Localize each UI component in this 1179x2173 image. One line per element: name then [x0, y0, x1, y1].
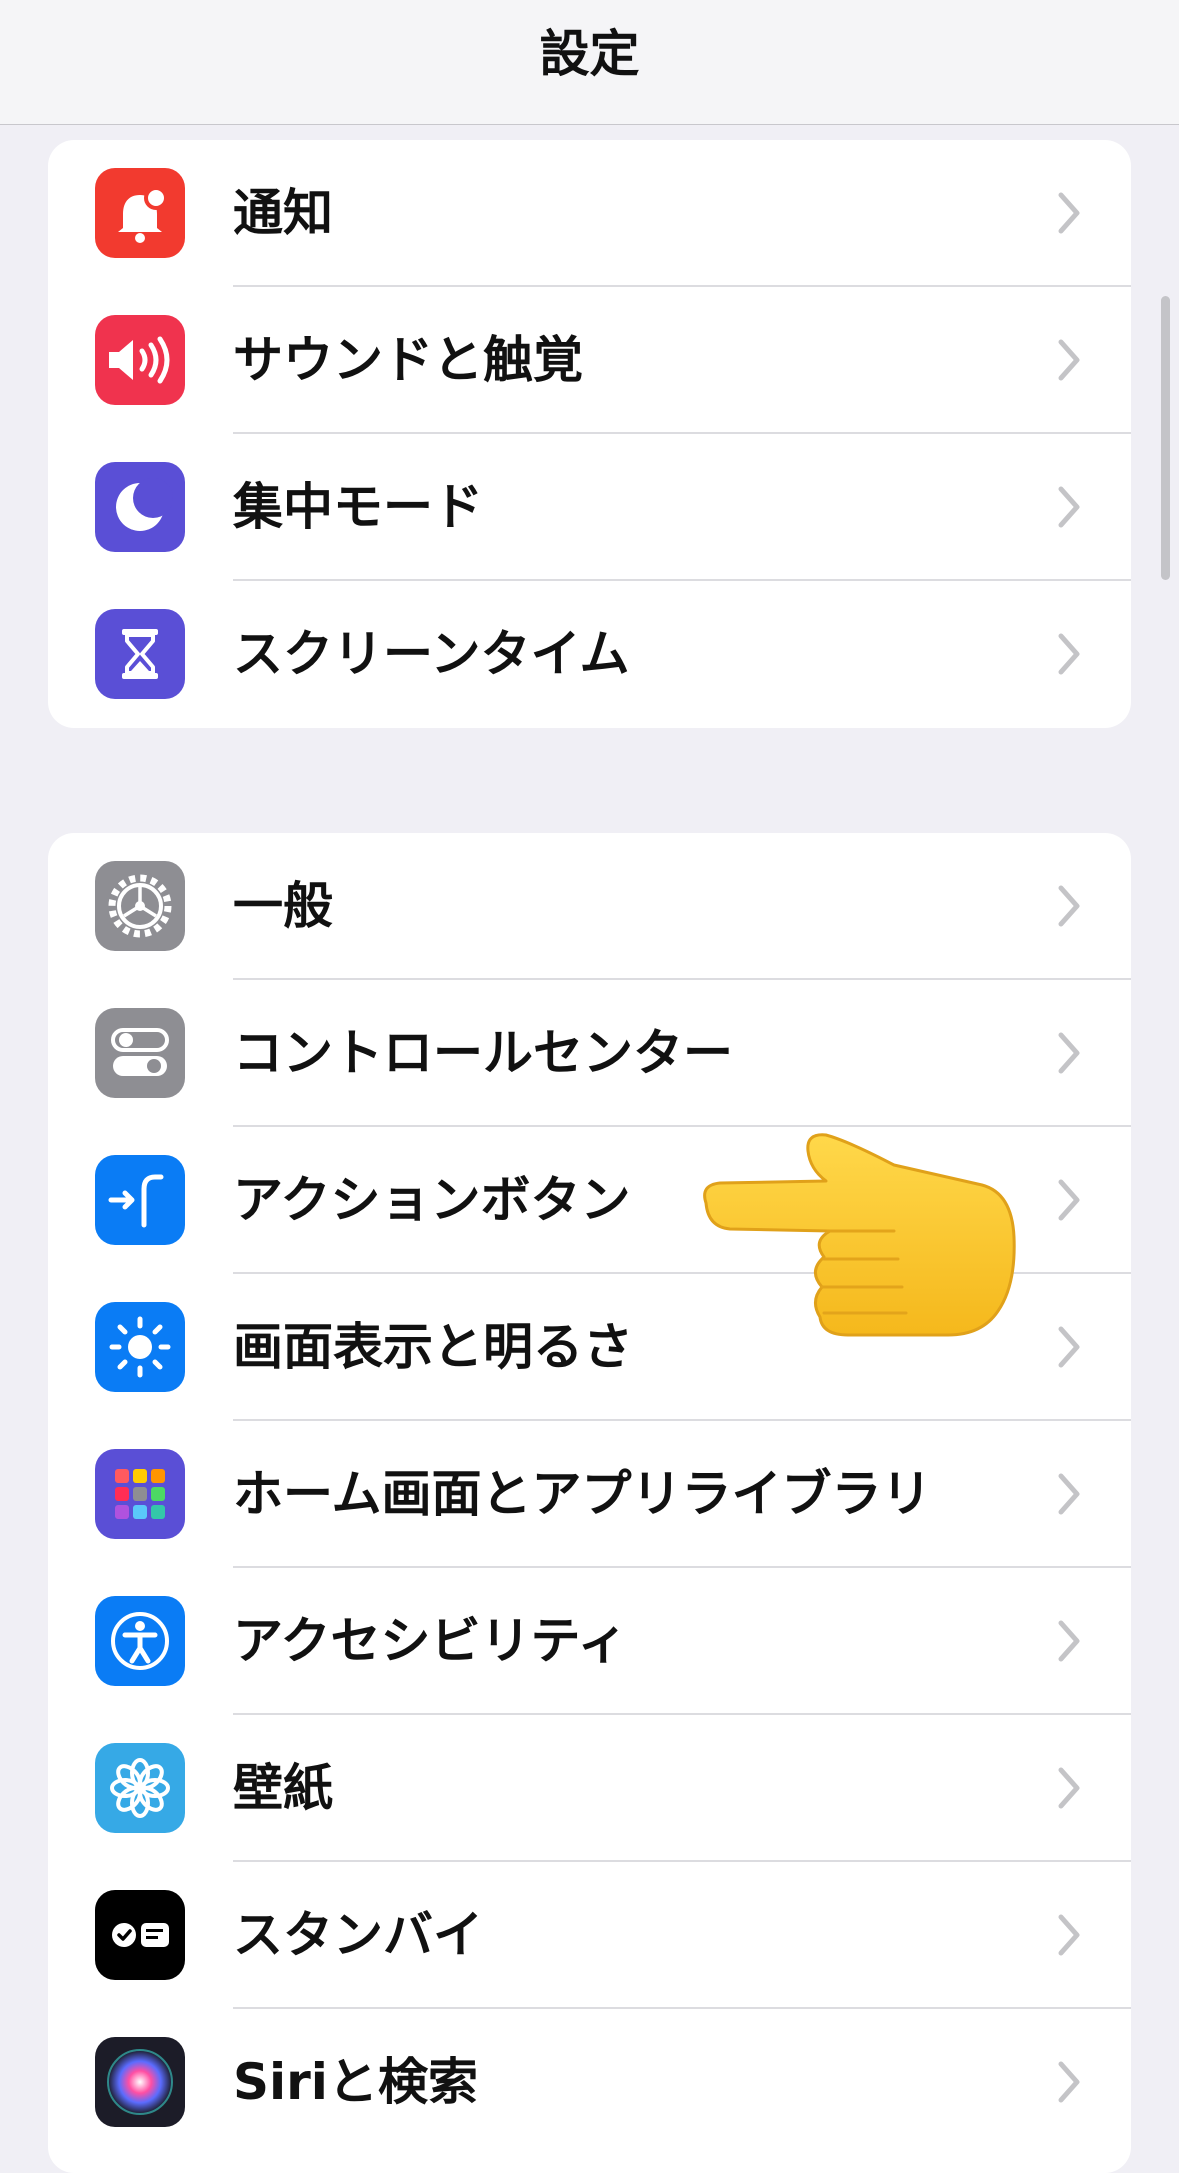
settings-row-label: 画面表示と明るさ: [233, 1318, 633, 1376]
settings-row-label: アクションボタン: [233, 1171, 631, 1229]
notifications-icon: [95, 168, 185, 258]
settings-row-label: 集中モード: [233, 478, 483, 536]
siri-icon: [95, 2037, 185, 2127]
settings-row-home-screen[interactable]: ホーム画面とアプリライブラリ: [48, 1421, 1131, 1568]
settings-row-notifications[interactable]: 通知: [48, 140, 1131, 287]
settings-row-control-center[interactable]: コントロールセンター: [48, 980, 1131, 1127]
settings-row-action-button[interactable]: アクションボタン: [48, 1127, 1131, 1274]
scroll-indicator[interactable]: [1161, 296, 1170, 580]
settings-row-label: 壁紙: [233, 1759, 333, 1817]
chevron-right-icon: [1058, 1620, 1080, 1662]
speaker-icon: [95, 315, 185, 405]
app-grid-icon: [95, 1449, 185, 1539]
settings-row-label: ホーム画面とアプリライブラリ: [233, 1465, 932, 1523]
settings-row-screen-time[interactable]: スクリーンタイム: [48, 581, 1131, 728]
settings-row-label: 通知: [233, 184, 333, 242]
standby-icon: [95, 1890, 185, 1980]
settings-row-sounds[interactable]: サウンドと触覚: [48, 287, 1131, 434]
chevron-right-icon: [1058, 486, 1080, 528]
chevron-right-icon: [1058, 633, 1080, 675]
settings-row-display[interactable]: 画面表示と明るさ: [48, 1274, 1131, 1421]
toggles-icon: [95, 1008, 185, 1098]
chevron-right-icon: [1058, 2061, 1080, 2103]
chevron-right-icon: [1058, 1326, 1080, 1368]
flower-icon: [95, 1743, 185, 1833]
settings-row-label: サウンドと触覚: [233, 331, 583, 389]
settings-row-label: スタンバイ: [233, 1906, 483, 1964]
settings-row-standby[interactable]: スタンバイ: [48, 1862, 1131, 2009]
settings-row-general[interactable]: 一般: [48, 833, 1131, 980]
chevron-right-icon: [1058, 1767, 1080, 1809]
settings-row-label: 一般: [233, 877, 333, 935]
gear-icon: [95, 861, 185, 951]
chevron-right-icon: [1058, 1473, 1080, 1515]
settings-row-focus[interactable]: 集中モード: [48, 434, 1131, 581]
settings-row-label: アクセシビリティ: [233, 1612, 628, 1670]
moon-icon: [95, 462, 185, 552]
settings-row-label: コントロールセンター: [233, 1024, 733, 1082]
chevron-right-icon: [1058, 1914, 1080, 1956]
sun-icon: [95, 1302, 185, 1392]
chevron-right-icon: [1058, 339, 1080, 381]
action-button-icon: [95, 1155, 185, 1245]
navigation-bar: 設定: [0, 0, 1179, 125]
accessibility-icon: [95, 1596, 185, 1686]
chevron-right-icon: [1058, 1032, 1080, 1074]
settings-group-2: 一般 コントロールセンター アクションボタン 画面表示と明るさ ホーム画面とアプ…: [48, 833, 1131, 2173]
chevron-right-icon: [1058, 1179, 1080, 1221]
settings-row-label: Siriと検索: [233, 2053, 478, 2111]
chevron-right-icon: [1058, 192, 1080, 234]
page-title: 設定: [539, 25, 640, 83]
settings-row-label: スクリーンタイム: [233, 625, 630, 683]
settings-row-wallpaper[interactable]: 壁紙: [48, 1715, 1131, 1862]
settings-row-siri[interactable]: Siriと検索: [48, 2009, 1131, 2156]
chevron-right-icon: [1058, 885, 1080, 927]
settings-row-accessibility[interactable]: アクセシビリティ: [48, 1568, 1131, 1715]
settings-group-1: 通知 サウンドと触覚 集中モード スクリーンタイム: [48, 140, 1131, 728]
hourglass-icon: [95, 609, 185, 699]
